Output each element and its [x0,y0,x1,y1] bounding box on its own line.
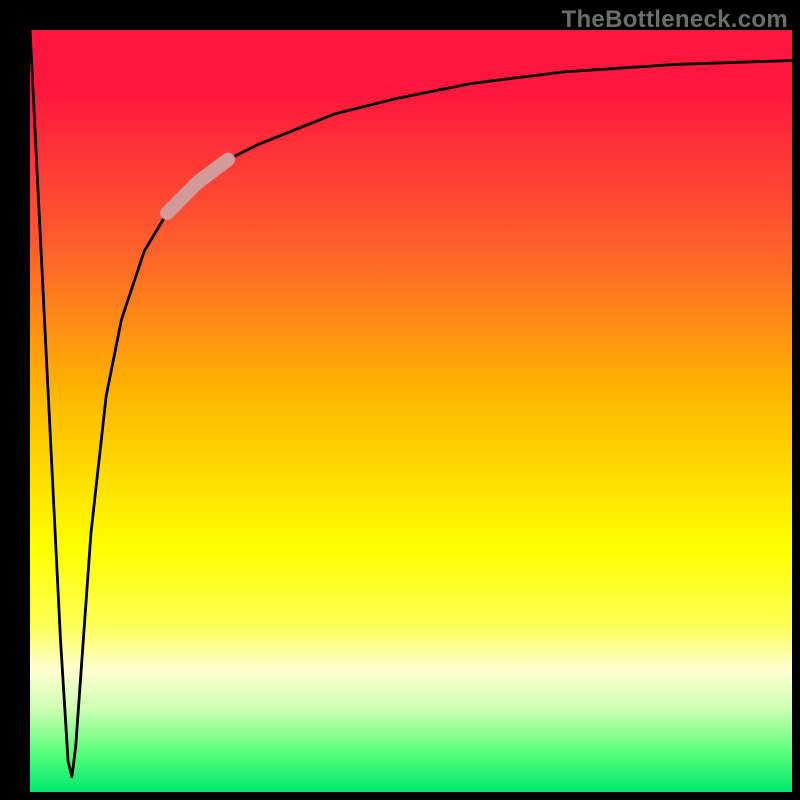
bottleneck-curve [30,30,792,792]
plot-area [30,30,792,792]
curve-path [30,30,792,777]
curve-highlight [167,160,228,213]
chart-frame: TheBottleneck.com [0,0,800,800]
watermark-text: TheBottleneck.com [562,6,788,34]
